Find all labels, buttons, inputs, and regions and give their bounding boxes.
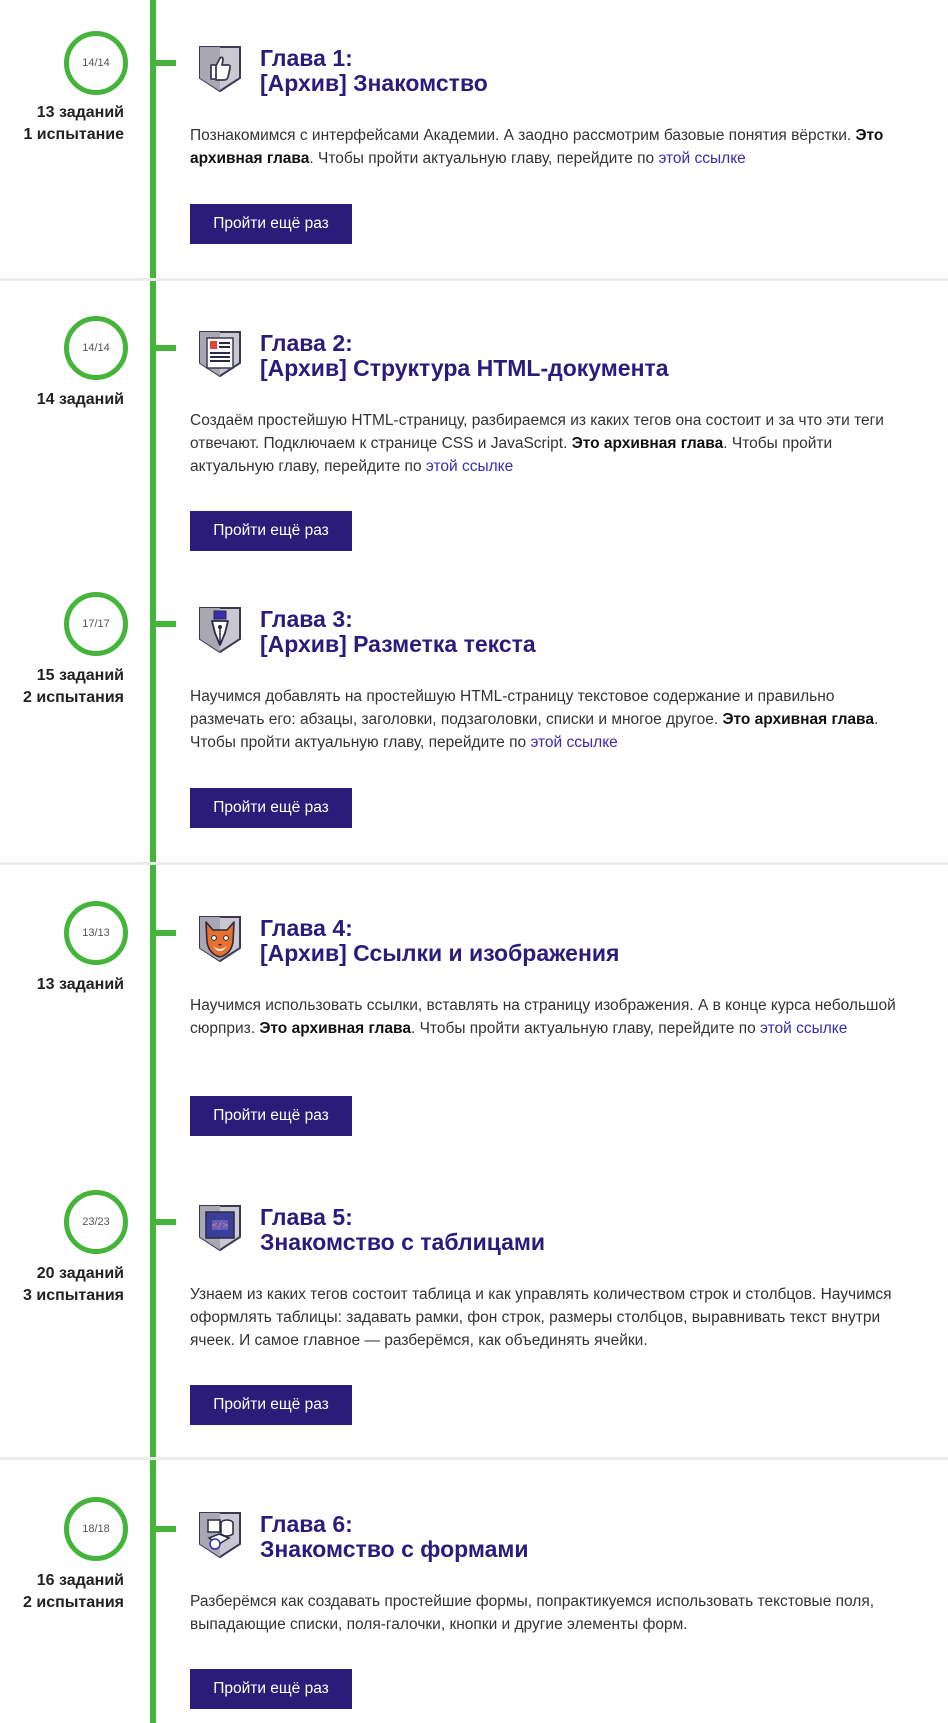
chapter-description: Познакомимся с интерфейсами Академии. А …: [190, 124, 910, 170]
tasks-count: 20 заданий: [36, 1265, 124, 1282]
chapter-counts: 20 заданий 3 испытания: [0, 1263, 124, 1307]
chapter-title: Глава 1: [Архив] Знакомство: [260, 46, 900, 96]
section-separator: [0, 862, 948, 865]
trials-count: 3 испытания: [23, 1287, 124, 1304]
current-chapter-link[interactable]: этой ссылке: [426, 458, 513, 475]
tasks-count: 13 заданий: [36, 104, 124, 121]
chapter-name: Знакомство с формами: [260, 1536, 529, 1562]
chapter-counts: 15 заданий 2 испытания: [0, 665, 124, 709]
code-tag-shield-icon: </>: [199, 1205, 241, 1252]
retry-chapter-button[interactable]: Пройти ещё раз: [190, 788, 352, 828]
tasks-count: 14 заданий: [36, 391, 124, 408]
chapter-name: [Архив] Ссылки и изображения: [260, 940, 620, 966]
retry-chapter-button[interactable]: Пройти ещё раз: [190, 511, 352, 551]
current-chapter-link[interactable]: этой ссылке: [760, 1020, 847, 1037]
archive-note: Это архивная глава: [571, 435, 724, 452]
tasks-count: 13 заданий: [36, 976, 124, 993]
archive-note: Это архивная глава: [259, 1020, 411, 1037]
timeline-connector: [156, 345, 176, 351]
chapter-name: [Архив] Разметка текста: [260, 631, 536, 657]
document-shield-icon: [199, 331, 241, 378]
archive-note: Это архивная глава: [722, 711, 875, 728]
description-text: Познакомимся с интерфейсами Академии. А …: [190, 127, 856, 144]
description-text: Узнаем из каких тегов состоит таблица и …: [190, 1286, 892, 1349]
chapter-title: Глава 6: Знакомство с формами: [260, 1512, 900, 1562]
chapter-name: Знакомство с таблицами: [260, 1229, 546, 1255]
section-separator: [0, 1457, 948, 1460]
timeline-connector: [156, 60, 176, 66]
description-text: Разберёмся как создавать простейшие форм…: [190, 1593, 875, 1633]
tasks-count: 16 заданий: [36, 1572, 124, 1589]
thumbs-up-shield-icon: [199, 46, 241, 93]
trials-count: 2 испытания: [23, 1594, 124, 1611]
chapter-counts: 13 заданий 1 испытание: [0, 102, 124, 146]
progress-circle: 18/18: [64, 1497, 128, 1561]
cat-shield-icon: [199, 916, 241, 963]
chapter-title: Глава 2: [Архив] Структура HTML-документ…: [260, 331, 900, 381]
section-separator: [0, 278, 948, 281]
chapter-description: Научимся добавлять на простейшую HTML-ст…: [190, 685, 910, 754]
chapter-title: Глава 4: [Архив] Ссылки и изображения: [260, 916, 900, 966]
chapter-number: Глава 4:: [260, 915, 353, 941]
trials-count: 2 испытания: [23, 689, 124, 706]
trials-count: 1 испытание: [23, 126, 124, 143]
retry-chapter-button[interactable]: Пройти ещё раз: [190, 1669, 352, 1709]
current-chapter-link[interactable]: этой ссылке: [658, 150, 745, 167]
chapter-description: Разберёмся как создавать простейшие форм…: [190, 1590, 910, 1636]
svg-text:</>: </>: [212, 1221, 229, 1231]
chapter-counts: 14 заданий: [0, 389, 124, 411]
tasks-count: 15 заданий: [36, 667, 124, 684]
current-chapter-link[interactable]: этой ссылке: [530, 734, 617, 751]
chapter-number: Глава 1:: [260, 45, 353, 71]
timeline-connector: [156, 1526, 176, 1532]
chapter-name: [Архив] Знакомство: [260, 70, 488, 96]
timeline-connector: [156, 930, 176, 936]
chapter-name: [Архив] Структура HTML-документа: [260, 355, 669, 381]
timeline-connector: [156, 621, 176, 627]
shapes-shield-icon: [199, 1512, 241, 1559]
pen-nib-shield-icon: [199, 607, 241, 654]
progress-circle: 14/14: [64, 316, 128, 380]
timeline-connector: [156, 1219, 176, 1225]
chapter-number: Глава 2:: [260, 330, 353, 356]
chapter-number: Глава 6:: [260, 1511, 353, 1537]
progress-circle: 14/14: [64, 31, 128, 95]
chapter-description: Научимся использовать ссылки, вставлять …: [190, 994, 910, 1040]
chapter-description: Создаём простейшую HTML-страницу, разбир…: [190, 409, 910, 478]
chapter-counts: 13 заданий: [0, 974, 124, 996]
description-after: . Чтобы пройти актуальную главу, перейди…: [309, 150, 659, 167]
chapter-counts: 16 заданий 2 испытания: [0, 1570, 124, 1614]
chapter-title: Глава 5: Знакомство с таблицами: [260, 1205, 900, 1255]
retry-chapter-button[interactable]: Пройти ещё раз: [190, 1385, 352, 1425]
progress-circle: 13/13: [64, 901, 128, 965]
progress-circle: 17/17: [64, 592, 128, 656]
chapter-title: Глава 3: [Архив] Разметка текста: [260, 607, 900, 657]
retry-chapter-button[interactable]: Пройти ещё раз: [190, 204, 352, 244]
chapter-description: Узнаем из каких тегов состоит таблица и …: [190, 1283, 910, 1352]
progress-circle: 23/23: [64, 1190, 128, 1254]
chapter-number: Глава 3:: [260, 606, 353, 632]
retry-chapter-button[interactable]: Пройти ещё раз: [190, 1096, 352, 1136]
chapter-number: Глава 5:: [260, 1204, 353, 1230]
description-after: . Чтобы пройти актуальную главу, перейди…: [410, 1020, 761, 1037]
